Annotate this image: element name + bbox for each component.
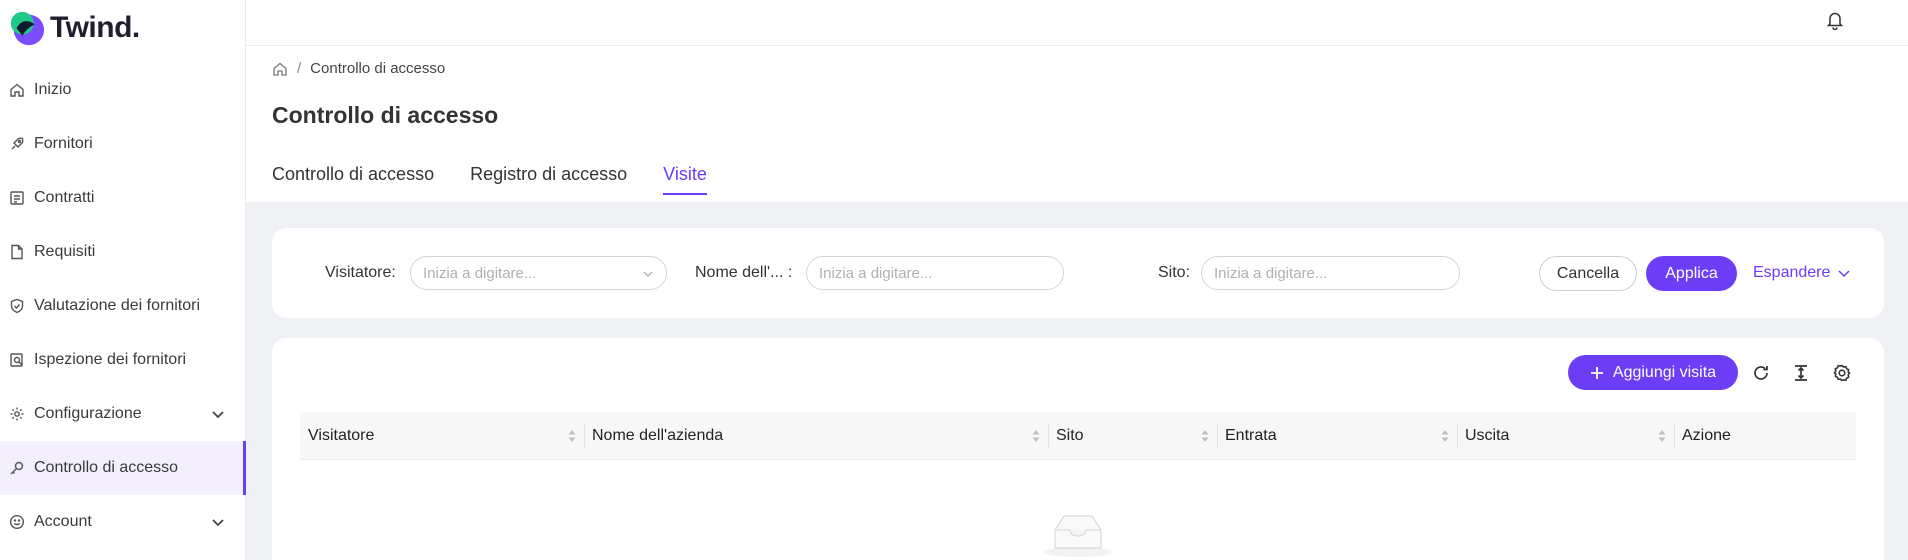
column-header-sito[interactable]: Sito [1048,412,1217,460]
home-icon[interactable] [272,61,288,77]
gear-icon [8,405,26,423]
visitor-filter-label: Visitatore: [325,264,396,281]
key-icon [8,459,26,477]
column-label: Entrata [1225,427,1277,444]
sidebar-item-contratti[interactable]: Contratti [0,171,246,225]
column-label: Azione [1682,427,1731,444]
sidebar-item-valutazione[interactable]: Valutazione dei fornitori [0,279,246,333]
breadcrumb-current: Controllo di accesso [310,60,446,77]
sort-icon[interactable] [1441,429,1449,443]
table-header: Visitatore Nome dell'azienda Sito Entrat… [300,412,1856,460]
tab-visite[interactable]: Visite [663,164,707,195]
sidebar-item-label: Ispezione dei fornitori [34,351,187,368]
column-label: Uscita [1465,427,1510,444]
cancel-button[interactable]: Cancella [1539,256,1637,291]
sort-icon[interactable] [1032,429,1040,443]
site-input[interactable]: Inizia a digitare... [1201,256,1460,290]
column-header-entrata[interactable]: Entrata [1217,412,1457,460]
apply-button[interactable]: Applica [1646,256,1737,291]
add-visit-button[interactable]: Aggiungi visita [1568,355,1738,390]
contract-icon [8,189,26,207]
expand-filters-button[interactable]: Espandere [1753,264,1851,282]
visitor-select[interactable]: Inizia a digitare... [410,256,667,290]
plus-icon [1590,366,1603,379]
company-input-placeholder: Inizia a digitare... [819,264,933,282]
sort-icon[interactable] [1658,429,1666,443]
column-header-azione: Azione [1674,412,1856,460]
rocket-icon [8,135,26,153]
column-header-visitatore[interactable]: Visitatore [300,412,584,460]
sidebar-nav: Inizio Fornitori Contratti Requisiti Val… [0,63,246,549]
sidebar-item-label: Requisiti [34,243,96,260]
settings-icon[interactable] [1831,362,1853,384]
chevron-down-icon [1838,270,1850,278]
add-visit-label: Aggiungi visita [1612,363,1717,381]
page-header: / Controllo di accesso Controllo di acce… [246,46,1908,202]
document-icon [8,243,26,261]
sidebar-item-fornitori[interactable]: Fornitori [0,117,246,171]
search-document-icon [8,351,26,369]
company-filter-label: Nome dell'... : [695,264,793,281]
logo-text: Twind. [50,11,140,44]
sidebar-item-label: Contratti [34,189,95,206]
sidebar-item-controllo-accesso[interactable]: Controllo di accesso [0,441,246,495]
sidebar-item-inizio[interactable]: Inizio [0,63,246,117]
breadcrumb-separator: / [297,60,302,77]
chevron-down-icon[interactable] [210,514,226,530]
tabs: Controllo di accesso Registro di accesso… [272,164,743,195]
sidebar-item-account[interactable]: Account [0,495,246,549]
column-label: Nome dell'azienda [592,427,724,444]
home-icon [8,81,26,99]
breadcrumb: / Controllo di accesso [272,60,445,77]
sidebar-item-label: Fornitori [34,135,93,152]
topbar [246,0,1908,46]
sidebar-item-requisiti[interactable]: Requisiti [0,225,246,279]
column-header-uscita[interactable]: Uscita [1457,412,1674,460]
sidebar-item-configurazione[interactable]: Configurazione [0,387,246,441]
expand-label: Espandere [1753,264,1831,281]
bell-icon[interactable] [1826,10,1844,30]
sort-icon[interactable] [568,429,576,443]
twind-logo-icon [10,11,45,46]
column-label: Sito [1056,427,1084,444]
sidebar-item-label: Inizio [34,81,72,98]
site-filter-label: Sito: [1158,264,1191,281]
sidebar: Twind. Inizio Fornitori Contratti Requis… [0,0,246,560]
sidebar-item-ispezione[interactable]: Ispezione dei fornitori [0,333,246,387]
tab-registro-accesso[interactable]: Registro di accesso [470,164,627,195]
visitor-select-placeholder: Inizia a digitare... [423,264,537,282]
column-height-icon[interactable] [1790,362,1812,384]
visits-table-panel: Aggiungi visita Visitatore Nome dell'azi… [272,338,1884,560]
chevron-down-icon[interactable] [210,406,226,422]
chevron-down-icon [643,271,653,277]
empty-inbox-icon [1044,515,1112,557]
column-label: Visitatore [308,427,375,444]
sidebar-item-label: Configurazione [34,405,142,422]
logo[interactable]: Twind. [8,8,140,48]
sort-icon[interactable] [1201,429,1209,443]
sidebar-item-label: Valutazione dei fornitori [34,297,201,314]
sidebar-item-label: Account [34,513,92,530]
page-title: Controllo di accesso [272,102,499,128]
smile-icon [8,513,26,531]
site-input-placeholder: Inizia a digitare... [1214,264,1328,282]
filter-panel: Visitatore: Inizia a digitare... Nome de… [272,228,1884,318]
tab-controllo-accesso[interactable]: Controllo di accesso [272,164,434,195]
column-header-nome-azienda[interactable]: Nome dell'azienda [584,412,1048,460]
shield-check-icon [8,297,26,315]
company-input[interactable]: Inizia a digitare... [806,256,1064,290]
refresh-icon[interactable] [1750,362,1772,384]
sidebar-item-label: Controllo di accesso [34,459,179,476]
